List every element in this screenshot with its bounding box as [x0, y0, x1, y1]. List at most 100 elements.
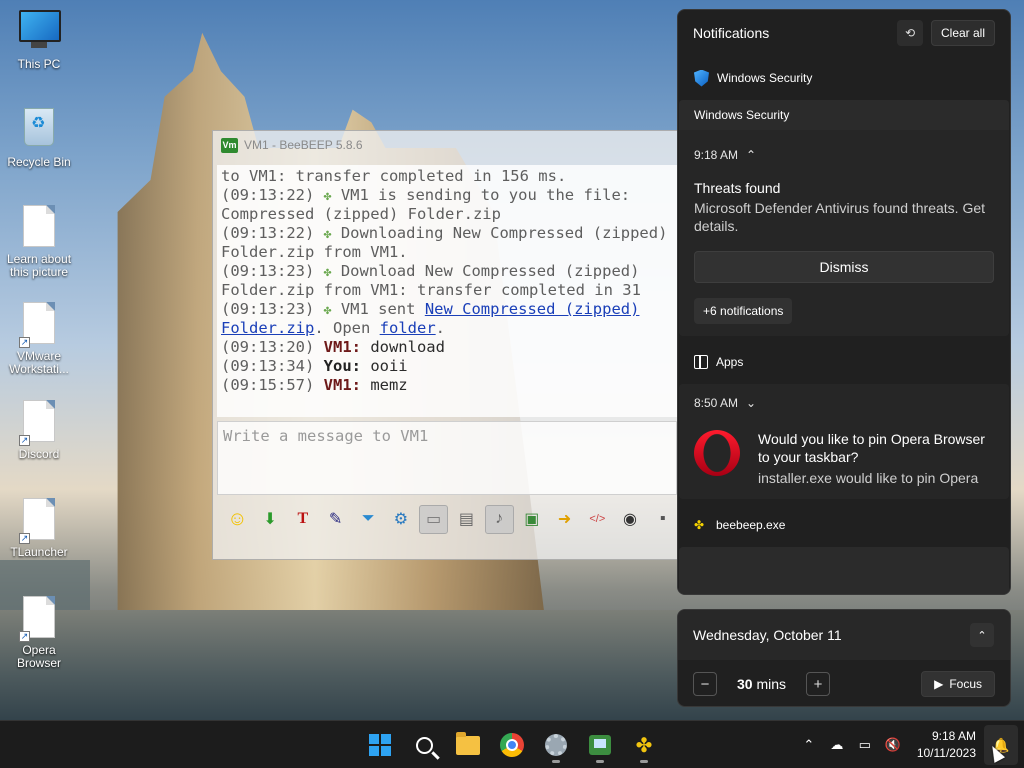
chat-history[interactable]: to VM1: transfer completed in 156 ms. (0… — [217, 165, 677, 417]
beebeep-taskbar-button[interactable]: ✤ — [626, 725, 662, 765]
clear-all-button[interactable]: Clear all — [930, 20, 995, 46]
desktop-icon-vmware[interactable]: ↗ VMware Workstati... — [3, 302, 75, 376]
file-icon — [19, 205, 59, 249]
volume-muted-icon[interactable]: 🔇 — [879, 729, 907, 761]
calendar-header: Wednesday, October 11 ⌃ — [678, 610, 1010, 660]
more-icon[interactable]: ▪ — [648, 505, 677, 534]
desktop-icon-label: Discord — [18, 447, 60, 461]
beebeep-logo-icon: Vm — [221, 137, 238, 153]
focus-button[interactable]: ▶ Focus — [921, 671, 995, 697]
apps-icon — [694, 355, 708, 369]
chat-line: Compressed (zipped) Folder.zip — [221, 205, 501, 223]
taskbar: ✤ ⌃ ☁ ▭ 🔇 9:18 AM 10/11/2023 🔔 — [0, 720, 1024, 768]
notification-app-header[interactable]: Windows Security — [678, 56, 1010, 100]
desktop-icon-tlauncher[interactable]: ↗ TLauncher — [3, 498, 75, 559]
notification-card-security[interactable]: Windows Security 9:18 AM ⌃ Threats found… — [679, 100, 1009, 336]
focus-session-bar: − 30 mins + ▶ Focus — [678, 660, 1010, 706]
app-name: Windows Security — [717, 71, 813, 85]
download-icon[interactable]: ⬇ — [256, 505, 285, 534]
gear-icon — [545, 734, 567, 756]
settings-icon[interactable]: ⚙ — [387, 505, 416, 534]
desktop-icon-recycle-bin[interactable]: ♻ Recycle Bin — [3, 108, 75, 169]
chrome-button[interactable] — [494, 725, 530, 765]
windows-logo-icon — [369, 734, 391, 756]
text-format-icon[interactable]: T — [288, 505, 317, 534]
taskbar-apps: ✤ — [362, 721, 662, 768]
desktop-icon-learn-picture[interactable]: Learn about this picture — [3, 205, 75, 279]
send-file-icon[interactable]: ➜ — [550, 505, 579, 534]
more-notifications-button[interactable]: +6 notifications — [694, 298, 793, 324]
taskbar-clock[interactable]: 9:18 AM 10/11/2023 — [907, 728, 984, 762]
beebeep-window[interactable]: Vm VM1 - BeeBEEP 5.8.6 to VM1: transfer … — [212, 130, 682, 560]
music-icon[interactable]: ♪ — [484, 504, 514, 534]
notification-app-header[interactable]: Apps — [678, 340, 1010, 384]
onedrive-icon[interactable]: ☁ — [823, 729, 851, 761]
desktop-icon-label: Recycle Bin — [7, 155, 71, 169]
shortcut-file-icon: ↗ — [19, 400, 59, 446]
increase-minutes-button[interactable]: + — [806, 672, 831, 696]
search-button[interactable] — [406, 725, 442, 765]
chat-line: (09:13:23) ✤ Download New Compressed (zi… — [221, 262, 640, 280]
clock-date: 10/11/2023 — [916, 746, 976, 760]
chat-line: (09:13:22) ✤ Downloading New Compressed … — [221, 224, 668, 242]
screenshot-icon[interactable]: ▭ — [419, 504, 449, 534]
webcam-icon[interactable]: ◉ — [616, 505, 645, 534]
dismiss-button[interactable]: Dismiss — [694, 251, 994, 283]
filter-icon[interactable]: ⏷ — [354, 505, 383, 534]
bee-icon: ✤ — [635, 734, 653, 757]
smiley-icon[interactable]: ☺ — [223, 505, 252, 534]
chevron-up-icon[interactable]: ⌃ — [970, 623, 994, 647]
folder-link[interactable]: folder — [380, 319, 436, 337]
chat-toolbar: ☺ ⬇ T ✎ ⏷ ⚙ ▭ ▤ ♪ ▣ ➜ </> ◉ ▪ — [217, 501, 677, 537]
notification-heading: Would you like to pin Opera Browser to y… — [758, 431, 985, 465]
chevron-down-icon: ⌄ — [746, 396, 757, 410]
chat-line: (09:13:20) VM1: download — [221, 338, 445, 356]
chevron-up-icon[interactable]: ⌃ — [795, 729, 823, 761]
notification-card-beebeep[interactable] — [679, 547, 1009, 594]
window-title: VM1 - BeeBEEP 5.8.6 — [244, 138, 363, 152]
file-explorer-button[interactable] — [450, 725, 486, 765]
desktop-icon-label: This PC — [17, 57, 61, 71]
message-input[interactable]: Write a message to VM1 — [217, 421, 677, 495]
notification-header: Notifications ⟲ Clear all — [678, 10, 1010, 56]
chat-line: (09:13:23) ✤ VM1 sent New Compressed (zi… — [221, 300, 640, 318]
notification-time[interactable]: 8:50 AM ⌄ — [694, 386, 994, 420]
desktop-icon-opera[interactable]: ↗ Opera Browser — [3, 596, 75, 670]
desktop-icon-label: Opera Browser — [16, 643, 61, 670]
folder-icon — [456, 731, 480, 755]
desktop-icon-this-pc[interactable]: This PC — [3, 10, 75, 71]
network-icon[interactable]: ▭ — [851, 729, 879, 761]
search-icon — [415, 736, 433, 754]
desktop-icon-label: TLauncher — [10, 545, 68, 559]
theme-icon[interactable]: ▤ — [452, 505, 481, 534]
chat-line: (09:13:34) You: ooii — [221, 357, 408, 375]
file-link[interactable]: New Compressed (zipped) — [425, 300, 640, 318]
start-button[interactable] — [362, 725, 398, 765]
opera-logo-icon — [694, 430, 740, 476]
do-not-disturb-icon[interactable]: ⟲ — [896, 20, 923, 46]
notification-body: installer.exe would like to pin Opera — [758, 470, 979, 486]
settings-button[interactable] — [538, 725, 574, 765]
chrome-icon — [500, 733, 524, 757]
html-icon[interactable]: </> — [583, 505, 612, 534]
notification-time[interactable]: 9:18 AM ⌃ — [694, 138, 994, 172]
clock-time: 9:18 AM — [931, 729, 976, 743]
system-tray: ⌃ ☁ ▭ 🔇 9:18 AM 10/11/2023 🔔 — [795, 721, 1024, 768]
file-link[interactable]: Folder.zip — [221, 319, 314, 337]
color-wand-icon[interactable]: ✎ — [321, 505, 350, 534]
notification-center: Notifications ⟲ Clear all Windows Securi… — [677, 9, 1011, 595]
vmware-button[interactable] — [582, 725, 618, 765]
decrease-minutes-button[interactable]: − — [693, 672, 717, 696]
desktop-icon-discord[interactable]: ↗ Discord — [3, 400, 75, 461]
window-titlebar[interactable]: Vm VM1 - BeeBEEP 5.8.6 — [213, 131, 681, 159]
calendar-flyout: Wednesday, October 11 ⌃ − 30 mins + ▶ Fo… — [677, 609, 1011, 707]
shortcut-file-icon: ↗ — [19, 596, 59, 642]
notification-app-header[interactable]: ✤ beebeep.exe — [678, 503, 1010, 547]
notification-card-opera[interactable]: 8:50 AM ⌄ Would you like to pin Opera Br… — [679, 384, 1009, 499]
focus-duration: 30 mins — [737, 676, 787, 692]
save-chat-icon[interactable]: ▣ — [518, 505, 547, 534]
chat-line: to VM1: transfer completed in 156 ms. — [221, 167, 567, 185]
chat-line: (09:13:22) ✤ VM1 is sending to you the f… — [221, 186, 631, 204]
chat-sender: VM1: — [323, 376, 361, 394]
chat-line: Folder.zip. Open folder. — [221, 319, 445, 337]
